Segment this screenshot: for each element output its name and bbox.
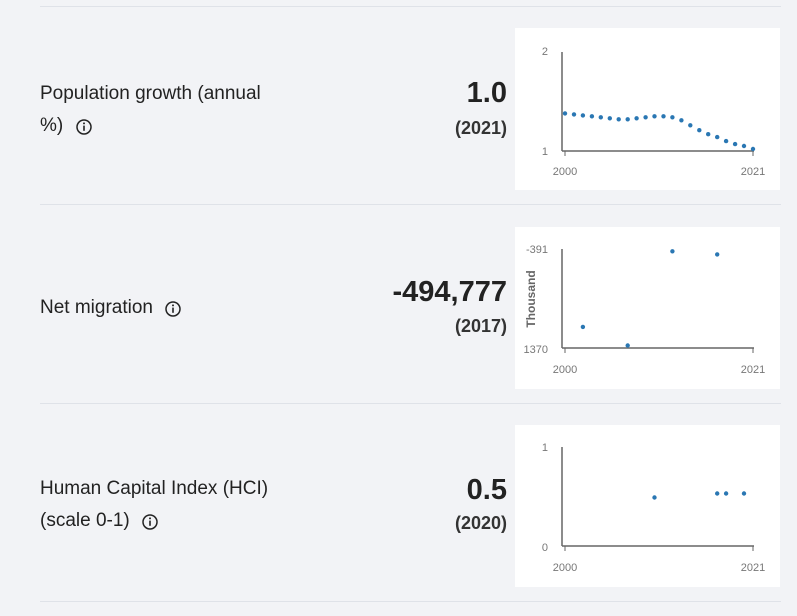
y-axis-unit-label: Thousand xyxy=(524,270,538,327)
info-icon[interactable] xyxy=(164,297,182,317)
data-point xyxy=(634,116,639,121)
indicator-value: 1.0 xyxy=(466,77,507,109)
x-tick-start: 2000 xyxy=(553,364,577,376)
data-point xyxy=(723,138,729,144)
indicator-value: -494,777 xyxy=(392,276,508,308)
chart-svg: 1 0 2000 2021 xyxy=(542,442,765,574)
points-layer xyxy=(580,249,720,348)
data-point xyxy=(562,111,568,116)
data-point xyxy=(580,324,586,330)
x-tick-start: 2000 xyxy=(553,166,577,178)
indicator-value: 0.5 xyxy=(466,474,507,506)
data-point xyxy=(616,117,621,122)
data-point xyxy=(715,491,720,496)
data-point xyxy=(625,117,630,122)
y-tick-bottom: 1370 xyxy=(524,344,548,356)
data-point xyxy=(670,115,675,120)
data-point xyxy=(723,491,729,496)
indicator-name[interactable]: Net migration xyxy=(40,292,285,324)
indicator-row-human-capital-index: Human Capital Index (HCI) (scale 0-1) 0.… xyxy=(0,404,797,602)
sparkline-chart[interactable]: -391 1370 Thousand 2000 2021 xyxy=(515,227,780,389)
indicator-name[interactable]: Population growth (annual %) xyxy=(40,78,285,142)
x-tick-end: 2021 xyxy=(741,562,765,574)
x-tick-start: 2000 xyxy=(553,562,577,574)
indicator-name-line1: Human Capital Index (HCI) xyxy=(40,478,269,499)
sparkline-chart[interactable]: 2 1 2000 2021 xyxy=(515,28,780,190)
divider-bottom xyxy=(40,601,781,602)
indicator-year: (2017) xyxy=(454,316,507,336)
indicator-row-net-migration: Net migration -494,777 (2017) -391 1370 … xyxy=(0,205,797,403)
data-point xyxy=(598,115,603,120)
x-tick-end: 2021 xyxy=(741,166,765,178)
data-point xyxy=(741,491,747,496)
data-point xyxy=(643,115,648,120)
data-point xyxy=(589,114,595,119)
data-point xyxy=(652,114,657,119)
points-layer xyxy=(652,491,747,500)
info-icon[interactable] xyxy=(75,115,93,135)
indicator-name-line2: (scale 0-1) xyxy=(40,510,130,531)
data-point xyxy=(715,252,720,257)
data-point xyxy=(661,114,666,119)
data-point xyxy=(679,118,684,123)
y-tick-top: 1 xyxy=(542,442,548,454)
indicator-year: (2020) xyxy=(454,513,507,533)
points-layer xyxy=(562,111,756,152)
y-tick-top: -391 xyxy=(526,244,548,256)
indicator-name-line2: %) xyxy=(40,115,64,136)
y-tick-top: 2 xyxy=(542,46,548,58)
data-point xyxy=(732,141,738,147)
data-point xyxy=(670,249,675,254)
indicator-year: (2021) xyxy=(454,118,507,138)
data-point xyxy=(607,116,612,121)
data-point xyxy=(750,146,756,152)
data-point xyxy=(715,134,720,140)
data-point xyxy=(580,113,586,118)
y-tick-bottom: 1 xyxy=(542,146,548,158)
chart-svg: -391 1370 Thousand 2000 2021 xyxy=(524,244,766,376)
indicator-name-line1: Population growth (annual xyxy=(40,83,261,104)
info-icon[interactable] xyxy=(141,510,159,530)
data-point xyxy=(571,112,577,117)
data-point xyxy=(688,123,693,128)
x-tick-end: 2021 xyxy=(741,364,765,376)
sparkline-chart[interactable]: 1 0 2000 2021 xyxy=(515,425,780,587)
data-point xyxy=(652,495,657,500)
data-point xyxy=(706,132,711,137)
chart-svg: 2 1 2000 2021 xyxy=(542,46,765,178)
indicator-name[interactable]: Human Capital Index (HCI) (scale 0-1) xyxy=(40,473,285,537)
data-point xyxy=(741,143,747,149)
y-tick-bottom: 0 xyxy=(542,542,548,554)
indicator-name-line1: Net migration xyxy=(40,297,153,318)
indicator-row-population-growth: Population growth (annual %) 1.0 (2021) … xyxy=(0,7,797,205)
data-point xyxy=(625,343,630,348)
data-point xyxy=(697,128,702,133)
